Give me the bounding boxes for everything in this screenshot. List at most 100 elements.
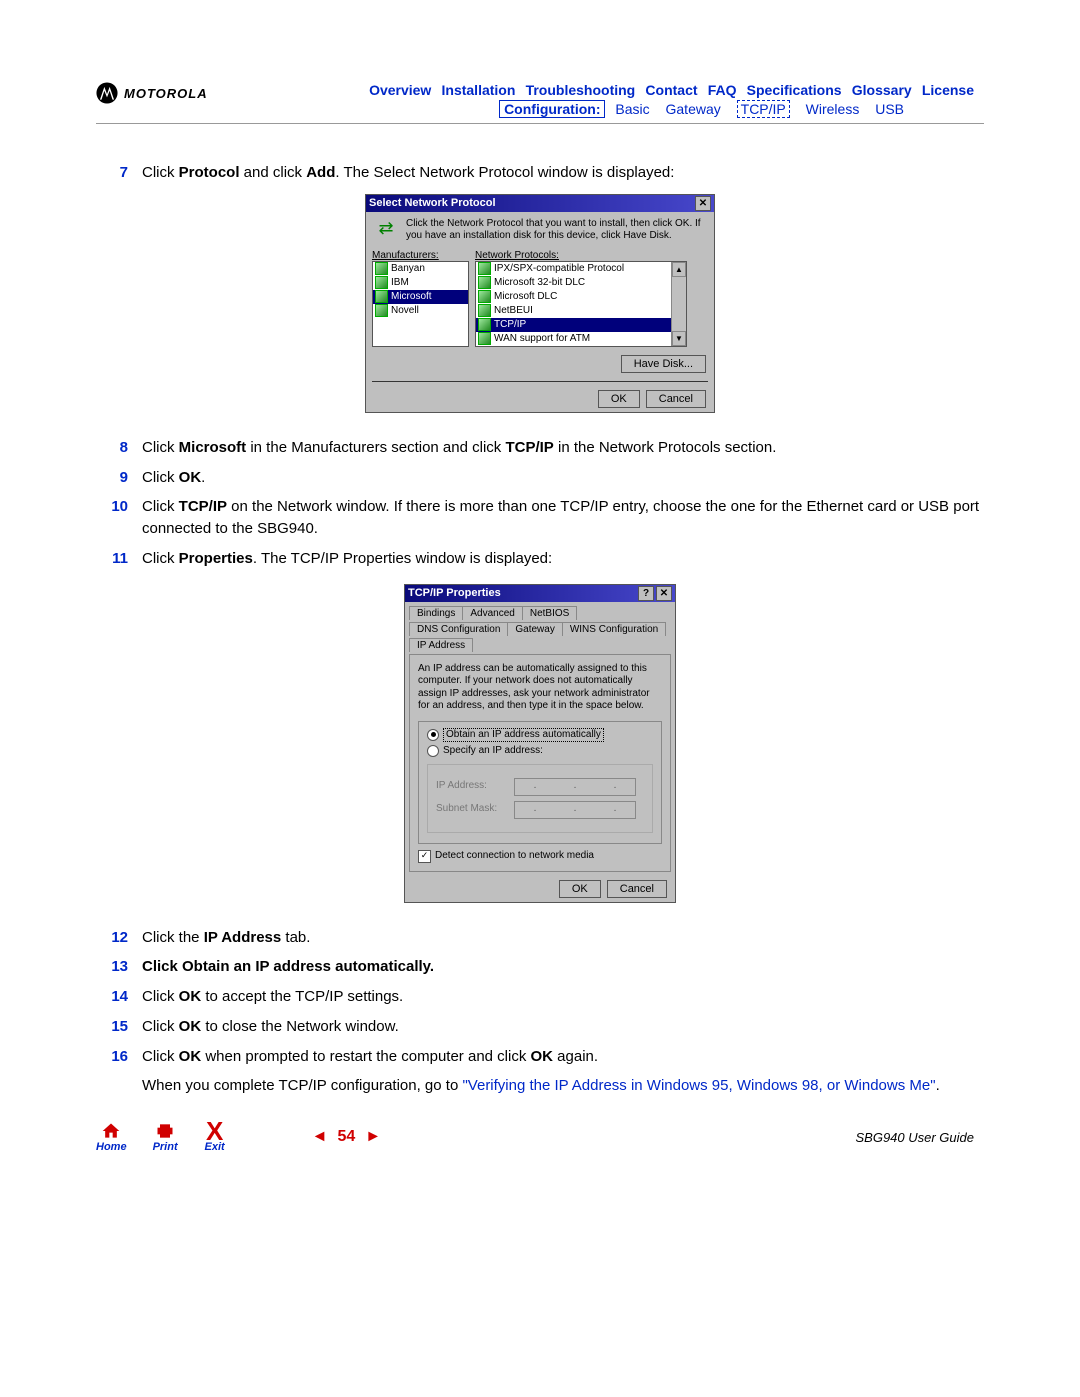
specify-ip-group: IP Address: ... Subnet Mask: ... bbox=[427, 764, 653, 833]
print-icon bbox=[154, 1121, 176, 1141]
logo: MOTOROLA bbox=[96, 82, 208, 104]
nav-troubleshooting[interactable]: Troubleshooting bbox=[526, 82, 636, 98]
radio-dot-icon bbox=[427, 729, 439, 741]
dialog2-blurb: An IP address can be automatically assig… bbox=[418, 663, 662, 713]
tab-advanced[interactable]: Advanced bbox=[462, 606, 522, 620]
step-13: 13 Click Obtain an IP address automatica… bbox=[96, 956, 984, 978]
nav-configuration[interactable]: Configuration: bbox=[499, 100, 605, 118]
page-nav: ◄ 54 ► bbox=[312, 1128, 381, 1146]
protocol-icon bbox=[478, 304, 491, 317]
step-12: 12 Click the IP Address tab. bbox=[96, 927, 984, 949]
dialog1-info-text: Click the Network Protocol that you want… bbox=[406, 218, 708, 242]
step-15-text: Click OK to close the Network window. bbox=[142, 1016, 984, 1038]
ok-button[interactable]: OK bbox=[559, 880, 601, 898]
step-9: 9 Click OK. bbox=[96, 467, 984, 489]
nav-contact[interactable]: Contact bbox=[645, 82, 697, 98]
ip-address-input[interactable]: ... bbox=[514, 778, 636, 796]
prev-page-button[interactable]: ◄ bbox=[312, 1128, 328, 1146]
have-disk-button[interactable]: Have Disk... bbox=[621, 355, 706, 373]
subnav-wireless[interactable]: Wireless bbox=[806, 101, 860, 117]
detect-connection-checkbox[interactable]: ✓ Detect connection to network media bbox=[418, 850, 662, 863]
close-icon[interactable]: ✕ bbox=[656, 586, 672, 601]
tab-netbios[interactable]: NetBIOS bbox=[522, 606, 577, 620]
exit-button[interactable]: X Exit bbox=[204, 1121, 226, 1153]
protocol-icon bbox=[478, 276, 491, 289]
closing-paragraph: 00 When you complete TCP/IP configuratio… bbox=[96, 1075, 984, 1097]
step-9-text: Click OK. bbox=[142, 467, 984, 489]
tab-dns[interactable]: DNS Configuration bbox=[409, 622, 508, 636]
subnav-basic[interactable]: Basic bbox=[615, 101, 649, 117]
ok-button[interactable]: OK bbox=[598, 390, 640, 408]
nav-installation[interactable]: Installation bbox=[442, 82, 516, 98]
guide-title: SBG940 User Guide bbox=[381, 1130, 984, 1145]
next-page-button[interactable]: ► bbox=[365, 1128, 381, 1146]
protocol-icon bbox=[478, 262, 491, 275]
step-11-text: Click Properties. The TCP/IP Properties … bbox=[142, 548, 984, 570]
step-8-text: Click Microsoft in the Manufacturers sec… bbox=[142, 437, 984, 459]
nav-license[interactable]: License bbox=[922, 82, 974, 98]
radio-obtain-auto[interactable]: Obtain an IP address automatically bbox=[427, 728, 653, 743]
step-15: 15 Click OK to close the Network window. bbox=[96, 1016, 984, 1038]
select-network-protocol-dialog: Select Network Protocol ✕ ⇄ Click the Ne… bbox=[365, 194, 715, 413]
protocol-icon bbox=[478, 318, 491, 331]
list-item: Banyan bbox=[373, 262, 468, 276]
tabstrip: Bindings Advanced NetBIOS DNS Configurat… bbox=[405, 602, 675, 654]
close-icon[interactable]: ✕ bbox=[695, 196, 711, 211]
step-7-text: Click Protocol and click Add. The Select… bbox=[142, 162, 984, 184]
list-item: IBM bbox=[373, 276, 468, 290]
nav-faq[interactable]: FAQ bbox=[708, 82, 737, 98]
step-14-text: Click OK to accept the TCP/IP settings. bbox=[142, 986, 984, 1008]
step-12-text: Click the IP Address tab. bbox=[142, 927, 984, 949]
step-10-text: Click TCP/IP on the Network window. If t… bbox=[142, 496, 984, 540]
list-item: Novell bbox=[373, 304, 468, 318]
cancel-button[interactable]: Cancel bbox=[646, 390, 706, 408]
step-10: 10 Click TCP/IP on the Network window. I… bbox=[96, 496, 984, 540]
scrollbar[interactable]: ▲ ▼ bbox=[671, 262, 686, 346]
protocols-listbox[interactable]: IPX/SPX-compatible Protocol Microsoft 32… bbox=[475, 261, 687, 347]
tab-wins[interactable]: WINS Configuration bbox=[562, 622, 666, 636]
tab-bindings[interactable]: Bindings bbox=[409, 606, 463, 620]
manufacturers-label: Manufacturers: bbox=[372, 250, 469, 261]
logo-text: MOTOROLA bbox=[124, 86, 208, 101]
sub-nav: Configuration: Basic Gateway TCP/IP Wire… bbox=[369, 101, 984, 117]
instruction-list: 7 Click Protocol and click Add. The Sele… bbox=[96, 162, 984, 1097]
list-item: IPX/SPX-compatible Protocol bbox=[476, 262, 686, 276]
dialog1-title: Select Network Protocol bbox=[369, 197, 496, 209]
subnet-mask-label: Subnet Mask: bbox=[436, 803, 506, 816]
tab-gateway[interactable]: Gateway bbox=[507, 622, 562, 636]
step-8: 8 Click Microsoft in the Manufacturers s… bbox=[96, 437, 984, 459]
list-item-selected: Microsoft bbox=[373, 290, 468, 304]
scroll-down-icon[interactable]: ▼ bbox=[672, 331, 686, 346]
list-item: Microsoft 32-bit DLC bbox=[476, 276, 686, 290]
subnav-gateway[interactable]: Gateway bbox=[666, 101, 721, 117]
vendor-icon bbox=[375, 290, 388, 303]
nav-overview[interactable]: Overview bbox=[369, 82, 431, 98]
motorola-logo-icon bbox=[96, 82, 118, 104]
subnet-mask-input[interactable]: ... bbox=[514, 801, 636, 819]
dialog2-title: TCP/IP Properties bbox=[408, 587, 501, 599]
nav-specifications[interactable]: Specifications bbox=[747, 82, 842, 98]
home-button[interactable]: Home bbox=[96, 1121, 127, 1153]
home-icon bbox=[100, 1121, 122, 1141]
verify-ip-link[interactable]: "Verifying the IP Address in Windows 95,… bbox=[462, 1077, 935, 1094]
list-item: NetBEUI bbox=[476, 304, 686, 318]
cancel-button[interactable]: Cancel bbox=[607, 880, 667, 898]
tab-ipaddress[interactable]: IP Address bbox=[409, 638, 473, 652]
manufacturers-listbox[interactable]: Banyan IBM Microsoft Novell bbox=[372, 261, 469, 347]
print-button[interactable]: Print bbox=[153, 1121, 178, 1153]
step-16-text: Click OK when prompted to restart the co… bbox=[142, 1046, 984, 1068]
help-icon[interactable]: ? bbox=[638, 586, 654, 601]
subnav-tcpip[interactable]: TCP/IP bbox=[737, 100, 790, 118]
list-item: WAN support for ATM bbox=[476, 332, 686, 346]
protocol-icon bbox=[478, 290, 491, 303]
protocol-icon bbox=[478, 332, 491, 345]
step-11: 11 Click Properties. The TCP/IP Properti… bbox=[96, 548, 984, 570]
checkbox-icon: ✓ bbox=[418, 850, 431, 863]
protocols-label: Network Protocols: bbox=[475, 250, 687, 261]
vendor-icon bbox=[375, 276, 388, 289]
nav-glossary[interactable]: Glossary bbox=[852, 82, 912, 98]
scroll-up-icon[interactable]: ▲ bbox=[672, 262, 686, 277]
page-number: 54 bbox=[337, 1128, 355, 1146]
radio-specify[interactable]: Specify an IP address: bbox=[427, 745, 653, 758]
subnav-usb[interactable]: USB bbox=[875, 101, 904, 117]
